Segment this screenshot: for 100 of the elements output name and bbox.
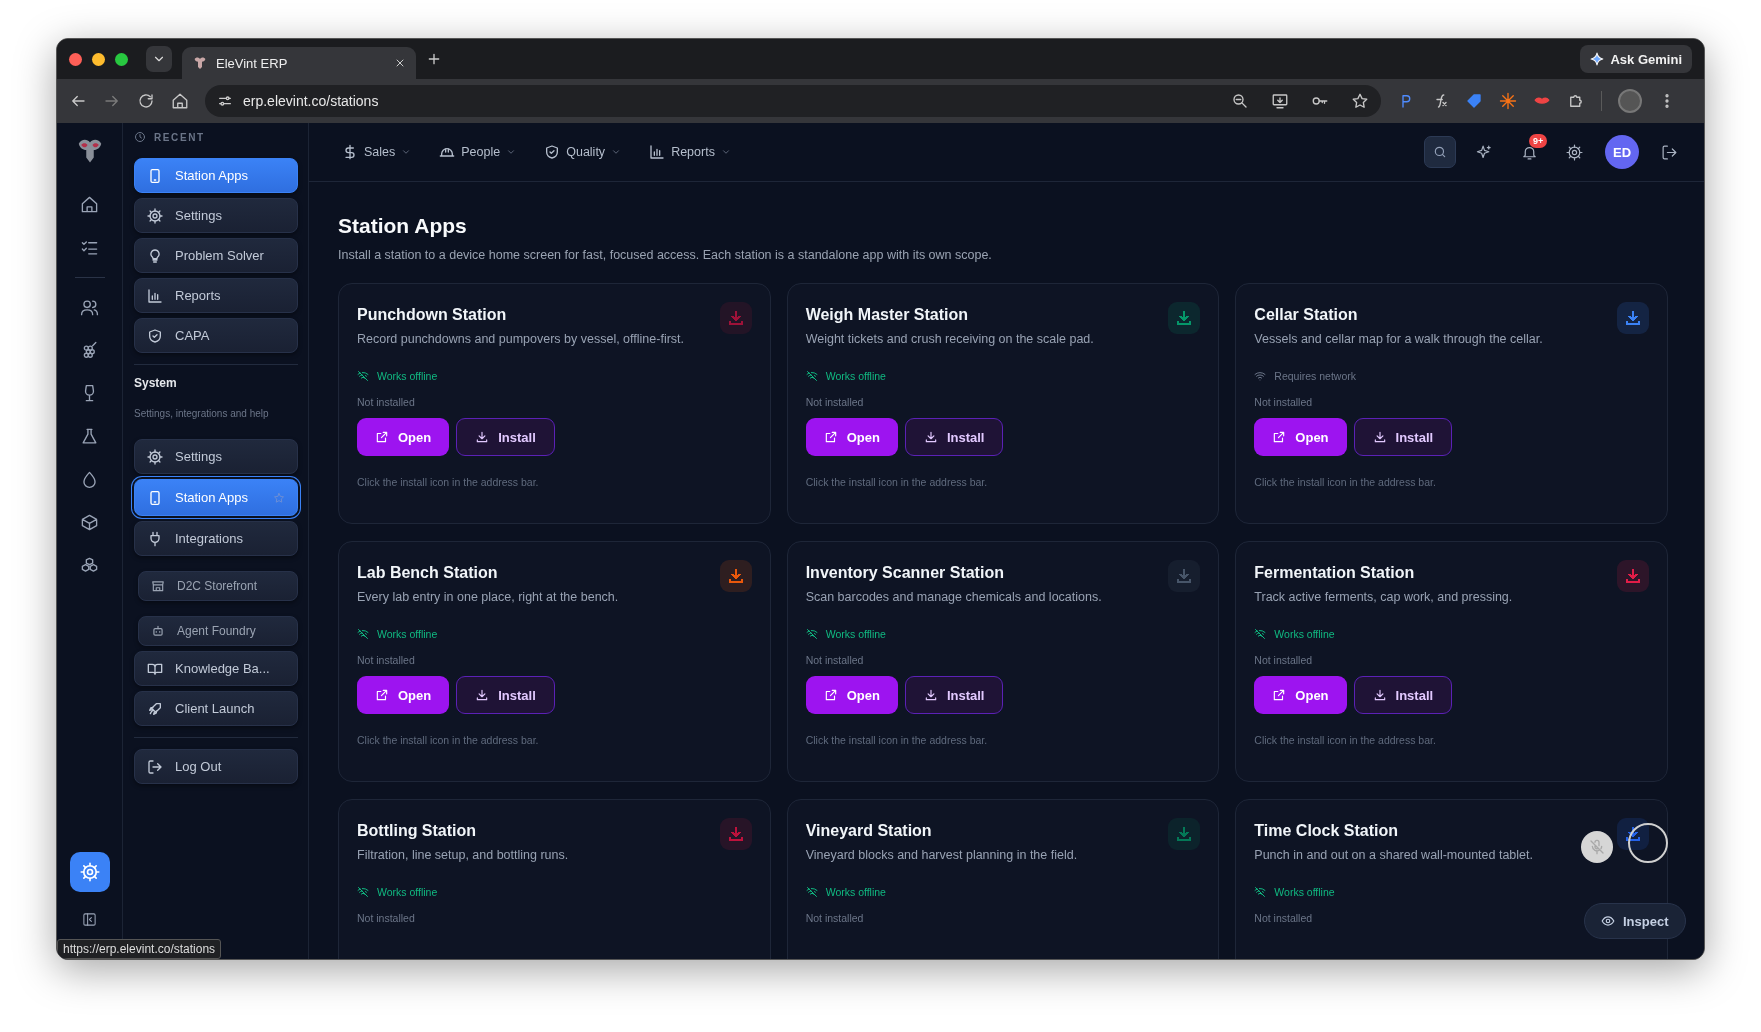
nav-menu[interactable]: Sales xyxy=(342,144,412,160)
open-button[interactable]: Open xyxy=(805,418,898,456)
settings-icon[interactable] xyxy=(1566,143,1583,161)
logout-icon xyxy=(147,758,163,775)
sidebar-item[interactable]: Problem Solver xyxy=(134,238,298,273)
box-icon[interactable] xyxy=(80,513,99,532)
download-button[interactable] xyxy=(1617,818,1649,850)
users-icon[interactable] xyxy=(80,298,99,317)
home-icon[interactable] xyxy=(171,92,189,110)
install-button[interactable]: Install xyxy=(456,418,555,456)
sidebar-item[interactable]: Settings xyxy=(134,439,298,474)
mic-off-icon xyxy=(1589,839,1605,855)
star-icon[interactable] xyxy=(273,490,285,505)
home-icon[interactable] xyxy=(80,195,99,214)
inspect-button[interactable]: Inspect xyxy=(1584,903,1686,939)
sidebar-item[interactable]: Settings xyxy=(134,198,298,233)
sparkle-icon[interactable] xyxy=(1476,143,1493,161)
chevron-down-icon xyxy=(506,147,517,157)
status-label: Works offline xyxy=(1274,886,1335,898)
install-state: Not installed xyxy=(1254,396,1313,408)
install-app-icon[interactable] xyxy=(1271,92,1289,110)
sidebar-item[interactable]: Knowledge Ba... xyxy=(134,651,298,686)
status-label: Works offline xyxy=(377,370,438,382)
open-button[interactable]: Open xyxy=(357,418,450,456)
card-title: Lab Bench Station xyxy=(357,564,499,582)
close-tab-icon[interactable] xyxy=(394,57,406,69)
download-button[interactable] xyxy=(1168,302,1201,334)
dollar-icon xyxy=(342,144,358,160)
new-tab-icon[interactable] xyxy=(426,51,442,67)
logout-icon[interactable] xyxy=(1661,143,1678,161)
chevron-down-icon xyxy=(720,147,731,157)
open-button[interactable]: Open xyxy=(357,676,450,714)
sidebar-subitem[interactable]: Agent Foundry xyxy=(138,616,298,646)
sidebar-item[interactable]: CAPA xyxy=(134,318,298,353)
site-settings-icon[interactable] xyxy=(217,93,233,109)
nav-menu[interactable]: Reports xyxy=(649,144,731,160)
maximize-window-button[interactable] xyxy=(115,52,128,66)
status-label: Works offline xyxy=(825,886,886,898)
wifi-icon xyxy=(1254,370,1267,382)
external-link-icon xyxy=(1272,688,1287,702)
section-title: System xyxy=(134,376,178,390)
rocket-icon xyxy=(147,700,163,717)
card-hint: Click the install icon in the address bar. xyxy=(357,734,539,746)
sunburst-icon[interactable] xyxy=(1499,92,1517,110)
collapse-sidebar-icon[interactable] xyxy=(82,912,97,927)
extensions-icon[interactable] xyxy=(1567,92,1585,110)
user-avatar[interactable]: ED xyxy=(1605,135,1639,169)
external-link-icon xyxy=(823,430,838,444)
bookmark-star-icon[interactable] xyxy=(1351,92,1369,110)
minimize-window-button[interactable] xyxy=(92,52,105,66)
bar-chart-icon xyxy=(649,144,666,160)
cubes-icon[interactable] xyxy=(80,556,99,575)
flask-icon[interactable] xyxy=(80,427,99,446)
drop-icon[interactable] xyxy=(80,470,99,489)
zoom-icon[interactable] xyxy=(1231,92,1249,110)
ask-gemini-button[interactable]: Ask Gemini xyxy=(1580,45,1692,73)
reload-icon[interactable] xyxy=(137,92,155,110)
install-state: Not installed xyxy=(1254,654,1313,666)
install-button[interactable]: Install xyxy=(1353,418,1453,456)
open-button[interactable]: Open xyxy=(805,676,898,714)
page-subtitle: Install a station to a device home screen for fast, focused access. Each station is a standalone app with its own scope. xyxy=(338,248,993,262)
notification-badge: 9+ xyxy=(1529,133,1548,148)
card-title: Bottling Station xyxy=(357,822,478,840)
profile-avatar[interactable] xyxy=(1618,89,1642,113)
install-button[interactable]: Install xyxy=(456,676,555,714)
download-button[interactable] xyxy=(719,560,752,592)
search-button[interactable] xyxy=(1424,136,1456,168)
tab-list-button[interactable] xyxy=(146,46,172,72)
sidebar-item[interactable]: Station Apps xyxy=(134,158,298,193)
install-state: Not installed xyxy=(1254,912,1313,924)
download-icon xyxy=(475,688,490,702)
install-button[interactable]: Install xyxy=(904,418,1004,456)
nav-menu[interactable]: Quality xyxy=(544,144,622,160)
log-out-button[interactable]: Log Out xyxy=(134,749,298,784)
address-field[interactable]: erp.elevint.co/stations xyxy=(205,85,1381,117)
sidebar-subitem[interactable]: D2C Storefront xyxy=(138,571,298,601)
nav-menu[interactable]: People xyxy=(439,144,517,160)
install-button[interactable]: Install xyxy=(1353,676,1453,714)
sidebar-item[interactable]: Integrations xyxy=(134,521,298,556)
gear-icon xyxy=(147,448,163,465)
browser-tab[interactable]: EleVint ERP xyxy=(182,47,416,79)
download-icon xyxy=(923,688,938,702)
card-description: Scan barcodes and manage chemicals and locations. xyxy=(805,590,1103,604)
sidebar-item[interactable]: Client Launch xyxy=(134,691,298,726)
close-window-button[interactable] xyxy=(69,52,82,66)
wifi-off-icon xyxy=(357,628,369,640)
download-icon xyxy=(475,430,490,444)
checklist-icon[interactable] xyxy=(80,238,99,257)
download-button[interactable] xyxy=(1617,302,1649,334)
install-state: Not installed xyxy=(357,654,415,666)
install-button[interactable]: Install xyxy=(904,676,1004,714)
open-button[interactable]: Open xyxy=(1254,418,1347,456)
settings-button[interactable] xyxy=(69,852,110,892)
extension-icon[interactable] xyxy=(1465,92,1483,110)
phone-icon xyxy=(147,167,163,184)
install-state: Not installed xyxy=(357,912,415,924)
open-button[interactable]: Open xyxy=(1254,676,1347,714)
download-icon xyxy=(1372,688,1387,702)
sidebar-item[interactable]: Reports xyxy=(134,278,298,313)
sidebar-item[interactable]: Station Apps xyxy=(134,479,298,516)
